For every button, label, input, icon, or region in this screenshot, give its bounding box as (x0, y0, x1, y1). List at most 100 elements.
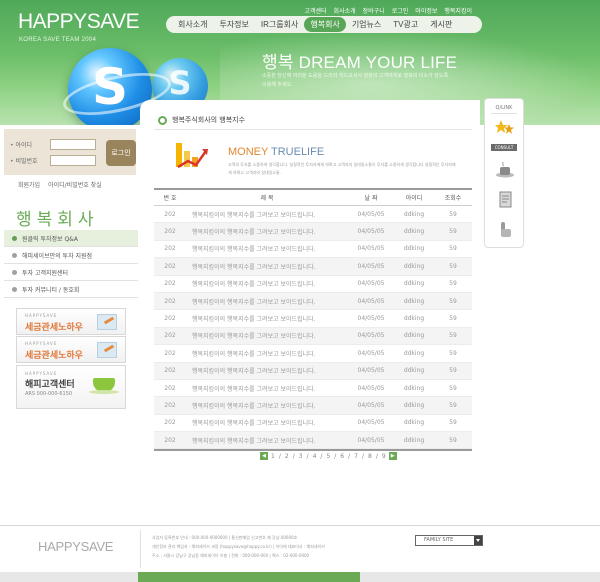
banner-small-label: HAPPYSAVE (25, 371, 58, 376)
prev-page-button[interactable]: ◀ (260, 452, 268, 460)
row-views: 59 (449, 436, 457, 444)
row-date: 04/05/05 (357, 384, 385, 392)
table-row[interactable]: 202 행복지킴이의 행복지수를 그려보고 보이드립니다. 04/05/05 ddki… (154, 241, 472, 259)
sub-menu: 원클릭 투자정보 Q&A 해피세이브만의 투자 지원점 투자 고객지원센터 투자… (4, 230, 138, 298)
table-row[interactable]: 202 행복지킴이의 행복지수를 그려보고 보이드립니다. 04/05/05 ddki… (154, 415, 472, 433)
family-site-select[interactable]: FAMILY SITE (415, 535, 483, 546)
teacup-icon (89, 378, 119, 394)
row-no: 202 (164, 367, 176, 375)
customer-center-banner[interactable]: HAPPYSAVE 해피고객센터 ARS 000-000-6150 (16, 365, 126, 409)
page-link[interactable]: 8 (368, 453, 372, 460)
table-row[interactable]: 202 행복지킴이의 행복지수를 그려보고 보이드립니다. 04/05/05 ddki… (154, 327, 472, 346)
chevron-down-icon (476, 539, 480, 542)
footer-divider (0, 525, 600, 526)
row-date: 04/05/05 (357, 297, 385, 305)
page-separator: / (348, 452, 351, 460)
row-no: 202 (164, 419, 176, 427)
divider (491, 113, 517, 114)
util-link-about[interactable]: 회사소개 (334, 6, 356, 15)
row-no: 202 (164, 262, 176, 270)
row-title-link[interactable]: 행복지킴이의 행복지수를 그려보고 보이드립니다. (186, 244, 348, 253)
page-link[interactable]: 3 (299, 453, 303, 460)
page-link[interactable]: 5 (326, 453, 330, 460)
star-icon[interactable] (495, 119, 515, 137)
tax-banner-1[interactable]: HAPPYSAVE 세금관세노하우 (16, 308, 126, 335)
row-author: ddking (403, 262, 425, 270)
row-title-link[interactable]: 행복지킴이의 행복지수를 그려보고 보이드립니다. (186, 331, 348, 340)
table-row[interactable]: 202 행복지킴이의 행복지수를 그려보고 보이드립니다. 04/05/05 ddki… (154, 397, 472, 415)
page-link[interactable]: 9 (382, 453, 386, 460)
page-title-text: 행복주식회사의 행복지수 (172, 116, 246, 124)
row-title-link[interactable]: 행복지킴이의 행복지수를 그려보고 보이드립니다. (186, 279, 348, 288)
util-link-cart[interactable]: 장바구니 (363, 6, 385, 15)
nav-item-happy-company[interactable]: 행복회사 (304, 17, 346, 32)
row-date: 04/05/05 (357, 315, 385, 323)
page-link[interactable]: 6 (340, 453, 344, 460)
row-author: ddking (403, 210, 425, 218)
row-title-link[interactable]: 행복지킴이의 행복지수를 그려보고 보이드립니다. (186, 297, 348, 306)
row-no: 202 (164, 245, 176, 253)
sub-menu-item-community[interactable]: 투자 커뮤니티 / 동호회 (4, 281, 138, 298)
page-link[interactable]: 2 (285, 453, 289, 460)
site-logo[interactable]: HAPPYSAVE (18, 10, 140, 34)
table-row[interactable]: 202 행복지킴이의 행복지수를 그려보고 보이드립니다. 04/05/05 ddki… (154, 310, 472, 328)
sub-menu-item-support-point[interactable]: 해피세이브만의 투자 지원점 (4, 247, 138, 264)
nav-item-board[interactable]: 게시판 (424, 17, 458, 32)
id-input[interactable] (50, 139, 96, 150)
document-icon[interactable] (495, 191, 515, 209)
table-row[interactable]: 202 행복지킴이의 행복지수를 그려보고 보이드립니다. 04/05/05 ddki… (154, 345, 472, 363)
page-link[interactable]: 1 (271, 453, 275, 460)
row-title-link[interactable]: 행복지킴이의 행복지수를 그려보고 보이드립니다. (186, 210, 348, 219)
quick-link-bar: Q/LINK CONSULT (484, 98, 524, 248)
nav-item-company[interactable]: 회사소개 (172, 17, 213, 32)
row-title-link[interactable]: 행복지킴이의 행복지수를 그려보고 보이드립니다. (186, 436, 348, 445)
row-views: 59 (449, 315, 457, 323)
table-row[interactable]: 202 행복지킴이의 행복지수를 그려보고 보이드립니다. 04/05/05 ddki… (154, 362, 472, 380)
table-row[interactable]: 202 행복지킴이의 행복지수를 그려보고 보이드립니다. 04/05/05 ddki… (154, 276, 472, 293)
row-title-link[interactable]: 행복지킴이의 행복지수를 그려보고 보이드립니다. (186, 314, 348, 323)
row-title-link[interactable]: 행복지킴이의 행복지수를 그려보고 보이드립니다. (186, 227, 348, 236)
nav-item-investment[interactable]: 투자정보 (213, 17, 254, 32)
header-views: 조회수 (444, 195, 462, 202)
row-views: 59 (449, 245, 457, 253)
nav-item-tv-ad[interactable]: TV광고 (387, 17, 424, 32)
tax-banner-2[interactable]: HAPPYSAVE 세금관세노하우 (16, 336, 126, 363)
find-account-link[interactable]: 아이디/비밀번호 찾실 (48, 180, 102, 189)
sub-menu-item-customer-center[interactable]: 투자 고객지원센터 (4, 264, 138, 281)
sub-menu-item-qa[interactable]: 원클릭 투자정보 Q&A (4, 230, 138, 247)
row-title-link[interactable]: 행복지킴이의 행복지수를 그려보고 보이드립니다. (186, 418, 348, 427)
table-row[interactable]: 202 행복지킴이의 행복지수를 그려보고 보이드립니다. 04/05/05 ddki… (154, 380, 472, 398)
row-title-link[interactable]: 행복지킴이의 행복지수를 그려보고 보이드립니다. (186, 384, 348, 393)
page-link[interactable]: 4 (313, 453, 317, 460)
login-id-row: 아이디 (10, 139, 96, 150)
util-link-guardian[interactable]: 행복지킴이 (444, 6, 472, 15)
page-link[interactable]: 7 (354, 453, 358, 460)
table-row[interactable]: 202 행복지킴이의 행복지수를 그려보고 보이드립니다. 04/05/05 ddki… (154, 206, 472, 224)
table-row[interactable]: 202 행복지킴이의 행복지수를 그려보고 보이드립니다. 04/05/05 ddki… (154, 223, 472, 241)
coffee-cup-icon[interactable] (495, 161, 515, 179)
row-author: ddking (403, 245, 425, 253)
consult-label[interactable]: CONSULT (491, 144, 517, 151)
util-link-support[interactable]: 고객센터 (304, 6, 326, 15)
footer-info-line: 사업자 등록번호 안내 : 000-000-0000000 | 통신판매업 신고… (152, 535, 298, 540)
login-button[interactable]: 로그인 (106, 140, 136, 166)
join-link[interactable]: 회원가입 (18, 180, 40, 189)
password-input[interactable] (50, 155, 96, 166)
util-link-login[interactable]: 로그인 (392, 6, 409, 15)
row-title-link[interactable]: 행복지킴이의 행복지수를 그려보고 보이드립니다. (186, 401, 348, 410)
row-title-link[interactable]: 행복지킴이의 행복지수를 그려보고 보이드립니다. (186, 349, 348, 358)
table-row[interactable]: 202 행복지킴이의 행복지수를 그려보고 보이드립니다. 04/05/05 ddki… (154, 258, 472, 276)
table-row[interactable]: 202 행복지킴이의 행복지수를 그려보고 보이드립니다. 04/05/05 ddki… (154, 432, 472, 450)
pointer-hand-icon[interactable] (495, 221, 515, 239)
next-page-button[interactable]: ▶ (388, 452, 397, 460)
row-no: 202 (164, 332, 176, 340)
row-title-link[interactable]: 행복지킴이의 행복지수를 그려보고 보이드립니다. (186, 366, 348, 375)
row-author: ddking (403, 297, 425, 305)
util-link-myinfo[interactable]: 마이정보 (415, 6, 437, 15)
row-views: 59 (449, 262, 457, 270)
row-no: 202 (164, 401, 176, 409)
table-row[interactable]: 202 행복지킴이의 행복지수를 그려보고 보이드립니다. 04/05/05 ddki… (154, 292, 472, 311)
nav-item-news[interactable]: 기업뉴스 (346, 17, 387, 32)
nav-item-ir-group[interactable]: IR그룹회사 (255, 17, 304, 32)
row-title-link[interactable]: 행복지킴이의 행복지수를 그려보고 보이드립니다. (186, 262, 348, 271)
